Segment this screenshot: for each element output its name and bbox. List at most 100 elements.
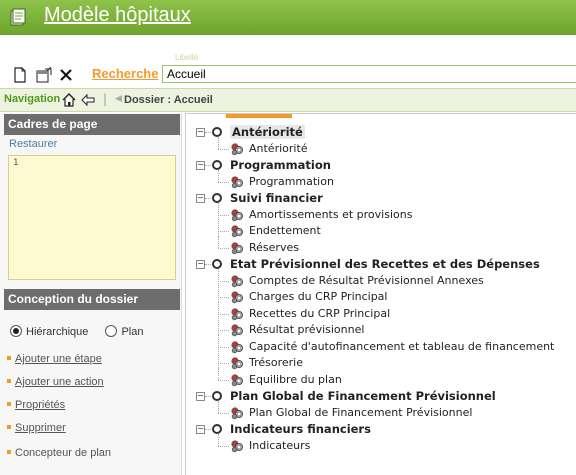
tree-action-label[interactable]: Charges du CRP Principal (249, 290, 387, 303)
back-arrow-icon[interactable] (81, 93, 95, 107)
tree-action-node[interactable]: Amortissements et provisions (186, 202, 576, 224)
tree-action-label[interactable]: Capacité d'autofinancement et tableau de… (249, 340, 554, 353)
gears-icon (230, 439, 244, 453)
delete-link[interactable]: Supprimer (7, 422, 66, 434)
delete-label[interactable]: Supprimer (15, 422, 66, 434)
tree-action-node[interactable]: Comptes de Résultat Prévisionnel Annexes (186, 268, 576, 290)
tree-connector (218, 313, 229, 315)
tree-connector (218, 136, 219, 149)
step-circle-icon (212, 391, 222, 401)
step-circle-icon (212, 424, 222, 434)
tree-group-label[interactable]: Suivi financier (230, 191, 323, 205)
tree-action-node[interactable]: Equilibre du plan (186, 367, 576, 389)
tree-action-label[interactable]: Réserves (249, 241, 299, 254)
plan-label[interactable]: Plan (121, 326, 143, 338)
tree-group-node[interactable]: − Antériorité (186, 124, 576, 141)
tree-action-node[interactable]: Recettes du CRP Principal (186, 301, 576, 323)
tree-group-label[interactable]: Etat Prévisionnel des Recettes et des Dé… (230, 257, 540, 271)
tree-connector (218, 214, 229, 216)
tree-action-node[interactable]: Antériorité (186, 136, 576, 158)
tree-connector (218, 231, 229, 232)
add-action-link[interactable]: Ajouter une action (7, 376, 104, 388)
tree-group-node[interactable]: − Plan Global de Financement Prévisionnel (186, 388, 576, 405)
tree-action-node[interactable]: Capacité d'autofinancement et tableau de… (186, 334, 576, 356)
tree-action-label[interactable]: Résultat prévisionnel (249, 323, 364, 336)
gears-icon (230, 224, 244, 238)
add-step-label[interactable]: Ajouter une étape (15, 353, 102, 365)
tree-connector (205, 396, 211, 397)
tree-action-node[interactable]: Indicateurs (186, 433, 576, 455)
add-action-label[interactable]: Ajouter une action (15, 376, 104, 388)
tree-connector (218, 268, 219, 286)
frames-list[interactable]: 1 (8, 155, 176, 280)
new-document-icon[interactable] (12, 67, 28, 83)
plan-designer-link[interactable]: Concepteur de plan (7, 447, 111, 459)
tree-action-node[interactable]: Résultat prévisionnel (186, 318, 576, 339)
nav-separator: | (103, 92, 108, 106)
close-icon[interactable] (58, 67, 74, 83)
view-hierarchical-option[interactable]: Hiérarchique (10, 325, 91, 338)
tree-group-node[interactable]: − Suivi financier (186, 190, 576, 207)
tree-connector (218, 297, 229, 298)
tree-group-node[interactable]: − Programmation (186, 157, 576, 174)
tree-action-node[interactable]: Plan Global de Financement Prévisionnel (186, 400, 576, 422)
tree-group-node[interactable]: − Etat Prévisionnel des Recettes et des D… (186, 256, 576, 273)
tree-action-label[interactable]: Plan Global de Financement Prévisionnel (249, 406, 472, 419)
collapse-icon[interactable]: − (196, 392, 205, 401)
tree-action-label[interactable]: Amortissements et provisions (249, 208, 412, 221)
tree-group-label[interactable]: Indicateurs financiers (230, 422, 371, 436)
tree-action-node[interactable]: Charges du CRP Principal (186, 285, 576, 306)
tree-action-label[interactable]: Trésorerie (249, 356, 303, 369)
tree-group-label[interactable]: Plan Global de Financement Prévisionnel (230, 389, 496, 403)
tree-action-label[interactable]: Antériorité (249, 142, 308, 155)
view-options: Hiérarchique Plan (10, 325, 143, 338)
bullet-icon (7, 356, 11, 360)
tree-action-node[interactable]: Trésorerie (186, 351, 576, 372)
properties-label[interactable]: Propriétés (15, 399, 65, 411)
tree-action-label[interactable]: Comptes de Résultat Prévisionnel Annexes (249, 274, 484, 287)
collapse-icon[interactable]: − (196, 260, 205, 269)
tree-connector (218, 363, 229, 364)
tree-action-label[interactable]: Recettes du CRP Principal (249, 307, 390, 320)
plan-radio[interactable] (105, 325, 118, 337)
properties-link[interactable]: Propriétés (7, 399, 65, 411)
collapse-icon[interactable]: − (196, 425, 205, 434)
collapse-icon[interactable]: − (196, 194, 205, 203)
gears-icon (230, 307, 244, 321)
active-tab-indicator (226, 114, 292, 118)
tree-group-label[interactable]: Programmation (230, 158, 331, 172)
plan-tree: − Antériorité Antériorité − Programmation Pro… (186, 124, 576, 454)
tree-action-label[interactable]: Programmation (249, 175, 334, 188)
tree-action-label[interactable]: Equilibre du plan (249, 373, 342, 386)
search-link[interactable]: Recherche (92, 66, 158, 81)
tree-connector (218, 334, 219, 352)
tree-action-label[interactable]: Endettement (249, 224, 321, 237)
view-plan-option[interactable]: Plan (105, 325, 143, 338)
breadcrumb[interactable]: Dossier : Accueil (124, 94, 213, 106)
gears-icon (230, 290, 244, 304)
tree-group-node[interactable]: − Indicateurs financiers (186, 421, 576, 438)
gears-icon (230, 241, 244, 255)
tree-action-node[interactable]: Réserves (186, 235, 576, 257)
gears-icon (230, 175, 244, 189)
tree-action-node[interactable]: Endettement (186, 219, 576, 240)
hierarchical-radio[interactable] (10, 325, 22, 337)
tree-action-label[interactable]: Indicateurs (249, 439, 310, 452)
tree-action-node[interactable]: Programmation (186, 169, 576, 191)
properties-icon[interactable] (36, 67, 52, 83)
plan-designer-label[interactable]: Concepteur de plan (15, 447, 111, 459)
tree-connector (218, 433, 219, 446)
hierarchical-label[interactable]: Hiérarchique (26, 326, 88, 338)
restore-link[interactable]: Restaurer (9, 138, 57, 150)
frames-list-item[interactable]: 1 (13, 158, 171, 168)
tree-group-label[interactable]: Antériorité (230, 125, 305, 139)
tree-connector (205, 165, 211, 166)
search-input[interactable] (162, 65, 576, 83)
collapse-icon[interactable]: − (196, 128, 205, 137)
frames-panel-header: Cadres de page (4, 114, 180, 135)
home-icon[interactable] (61, 92, 77, 108)
app-title[interactable]: Modèle hôpitaux (44, 4, 191, 27)
collapse-icon[interactable]: − (196, 161, 205, 170)
add-step-link[interactable]: Ajouter une étape (7, 353, 102, 365)
gears-icon (230, 340, 244, 354)
